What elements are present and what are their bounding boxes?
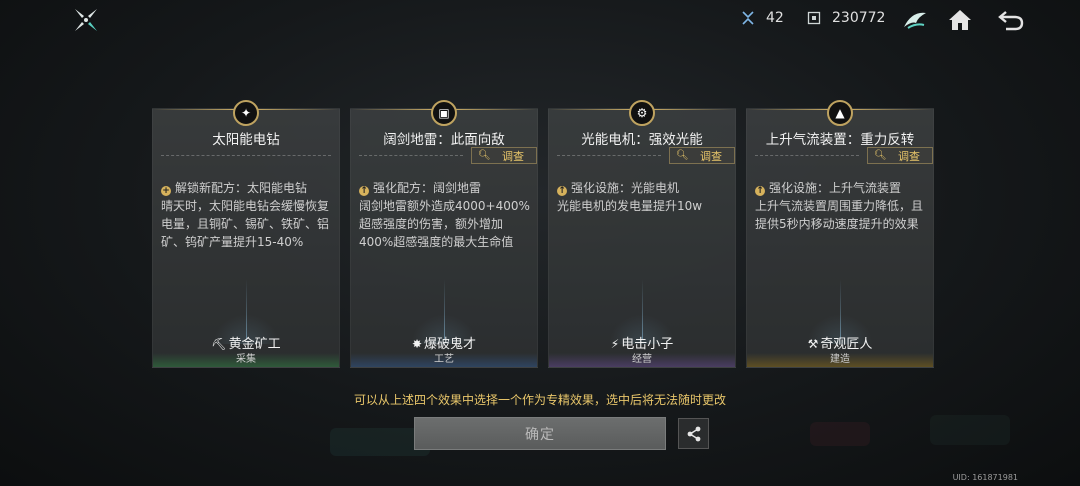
- back-icon[interactable]: [996, 5, 1026, 35]
- card-description-text: 强化配方：阔剑地雷 阔剑地雷额外造成4000+400%超感强度的伤害，额外增加4…: [359, 181, 530, 249]
- card-role-label: 爆破鬼才: [424, 337, 477, 352]
- pickaxe-icon: ⛏: [211, 337, 227, 351]
- card-category: 经营: [549, 353, 735, 367]
- home-icon[interactable]: [945, 5, 975, 35]
- card-description-text: 强化设施：光能电机 光能电机的发电量提升10w: [557, 181, 703, 213]
- card-description: ↑ 强化设施：上升气流装置 上升气流装置周围重力降低，且提供5秒内移动速度提升的效…: [755, 179, 929, 233]
- selection-hint: 可以从上述四个效果中选择一个作为专精效果，选中后将无法随时更改: [353, 393, 726, 407]
- card-role-label: 奇观匠人: [820, 337, 873, 352]
- menu-logo-icon[interactable]: [72, 6, 100, 34]
- upgrade-icon: ↑: [359, 186, 369, 196]
- upgrade-icon: ↑: [557, 186, 567, 196]
- card-title: 光能电机：强效光能: [581, 132, 703, 148]
- share-button[interactable]: [678, 418, 709, 449]
- inspect-button[interactable]: 🔍︎ 调查: [471, 147, 537, 164]
- resource-chip: 230772: [806, 10, 885, 26]
- specialization-card-updraft[interactable]: ▲ 上升气流装置：重力反转 🔍︎ 调查 ↑ 强化设施：上升气流装置 上升气流装置周…: [746, 100, 934, 368]
- resource-crystal: 42: [740, 10, 784, 26]
- card-light-beam: [840, 279, 841, 339]
- explosive-icon: ✸: [411, 337, 423, 351]
- resource-crystal-count: 42: [766, 10, 784, 26]
- card-title: 上升气流装置：重力反转: [765, 132, 915, 148]
- inspect-label: 调查: [898, 149, 920, 163]
- card-title: 太阳能电钻: [212, 132, 280, 148]
- card-light-beam: [444, 279, 445, 339]
- card-role: ⛏ 黄金矿工: [153, 333, 339, 352]
- search-icon: 🔍︎: [874, 150, 887, 161]
- inspect-button[interactable]: 🔍︎ 调查: [669, 147, 735, 164]
- card-divider: [161, 155, 331, 157]
- unlock-icon: +: [161, 186, 171, 196]
- card-role: ⚒ 奇观匠人: [747, 333, 933, 352]
- search-icon: 🔍︎: [676, 150, 689, 161]
- card-role: ⚡ 电击小子: [549, 333, 735, 352]
- card-category: 工艺: [351, 353, 537, 367]
- inspect-button[interactable]: 🔍︎ 调查: [867, 147, 933, 164]
- background-panel: [930, 415, 1010, 445]
- drill-icon: ✦: [233, 100, 259, 126]
- card-role-label: 电击小子: [621, 337, 674, 352]
- card-description: + 解锁新配方：太阳能电钻 晴天时，太阳能电钻会缓慢恢复电量，且铜矿、锡矿、铁矿、…: [161, 179, 335, 251]
- background-panel: [810, 422, 870, 446]
- card-divider: [359, 155, 463, 157]
- motor-icon: ⚙: [629, 100, 655, 126]
- specialization-card-solar-motor[interactable]: ⚙ 光能电机：强效光能 🔍︎ 调查 ↑ 强化设施：光能电机 光能电机的发电量提升1…: [548, 100, 736, 368]
- chip-icon: [807, 11, 821, 25]
- specialization-card-solar-drill[interactable]: ✦ 太阳能电钻 + 解锁新配方：太阳能电钻 晴天时，太阳能电钻会缓慢恢复电量，且铜…: [152, 100, 340, 368]
- card-title: 阔剑地雷：此面向敌: [383, 132, 505, 148]
- card-role: ✸ 爆破鬼才: [351, 333, 537, 352]
- card-light-beam: [246, 279, 247, 339]
- user-id: UID: 161871981: [952, 473, 1018, 482]
- inspect-label: 调查: [502, 149, 524, 163]
- mine-icon: ▣: [431, 100, 457, 126]
- card-light-beam: [642, 279, 643, 339]
- card-divider: [755, 155, 859, 157]
- upgrade-icon: ↑: [755, 186, 765, 196]
- card-description: ↑ 强化配方：阔剑地雷 阔剑地雷额外造成4000+400%超感强度的伤害，额外增加…: [359, 179, 533, 251]
- crystal-icon: [742, 11, 754, 25]
- card-category: 建造: [747, 353, 933, 367]
- card-category: 采集: [153, 353, 339, 367]
- resource-chip-count: 230772: [832, 10, 886, 26]
- specialization-card-claymore[interactable]: ▣ 阔剑地雷：此面向敌 🔍︎ 调查 ↑ 强化配方：阔剑地雷 阔剑地雷额外造成400…: [350, 100, 538, 368]
- faction-emblem-icon[interactable]: [900, 5, 930, 35]
- updraft-device-icon: ▲: [827, 100, 853, 126]
- card-divider: [557, 155, 661, 157]
- top-bar: 42 230772: [0, 0, 1080, 40]
- card-description-text: 解锁新配方：太阳能电钻 晴天时，太阳能电钻会缓慢恢复电量，且铜矿、锡矿、铁矿、铝…: [161, 181, 330, 249]
- search-icon: 🔍︎: [478, 150, 491, 161]
- inspect-label: 调查: [700, 149, 722, 163]
- share-icon: [687, 426, 700, 441]
- card-role-label: 黄金矿工: [228, 337, 281, 352]
- craftsman-icon: ⚒: [807, 337, 819, 351]
- card-description-text: 强化设施：上升气流装置 上升气流装置周围重力降低，且提供5秒内移动速度提升的效果: [755, 181, 924, 231]
- lightning-icon: ⚡: [610, 337, 620, 351]
- confirm-button[interactable]: 确定: [414, 417, 666, 450]
- card-description: ↑ 强化设施：光能电机 光能电机的发电量提升10w: [557, 179, 731, 215]
